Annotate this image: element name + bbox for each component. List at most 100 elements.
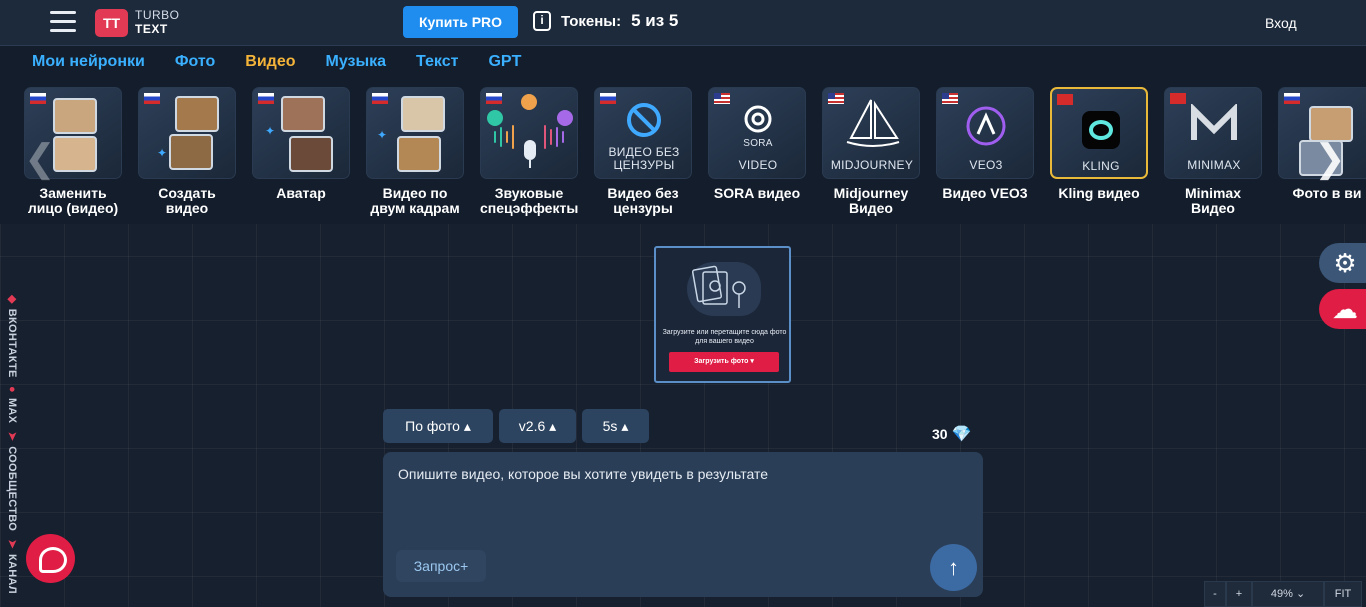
login-link[interactable]: Вход (1265, 15, 1297, 31)
zoom-out-button[interactable]: - (1204, 581, 1226, 607)
prompt-box[interactable]: Опишите видео, которое вы хотите увидеть… (383, 452, 983, 597)
card-thumbnail: VEO3 (936, 87, 1034, 179)
request-plus-button[interactable]: Запрос+ (396, 550, 486, 582)
top-header: TT TURBO TEXT Купить PRO i Токены: 5 из … (0, 0, 1366, 46)
chevron-down-icon: ⌄ (1295, 588, 1306, 600)
upload-button-label: Загрузить фото (694, 358, 749, 365)
logo-text[interactable]: TURBO TEXT (135, 8, 180, 36)
prompt-input[interactable]: Опишите видео, которое вы хотите увидеть… (398, 466, 768, 482)
flag-ru-icon (1284, 93, 1300, 104)
card-caption: MIDJOURNEY (830, 158, 914, 172)
zoom-level-select[interactable]: 49% ⌄ (1252, 581, 1324, 607)
card-thumbnail: MIDJOURNEY (822, 87, 920, 179)
duration-value: 5s (602, 418, 618, 434)
max-link[interactable]: MAX (6, 398, 18, 423)
card-label: Видео без цензуры (607, 185, 679, 216)
card-label: SORA видео (713, 185, 801, 201)
send-button[interactable]: ↑ (930, 544, 977, 591)
channel-link[interactable]: КАНАЛ (6, 554, 18, 594)
card-thumbnail: KLING (1050, 87, 1148, 179)
kling-logo-icon (1082, 111, 1120, 149)
download-button[interactable]: ☁ (1319, 289, 1366, 329)
zoom-fit-button[interactable]: FIT (1324, 581, 1362, 607)
carousel-prev-icon[interactable]: ❮ (24, 136, 56, 181)
card-sora-video[interactable]: SORA VIDEO SORA видео (708, 87, 806, 216)
face-photo-icon (53, 98, 97, 134)
gear-icon: ⚙ (1333, 248, 1357, 278)
card-sound-effects[interactable]: Звуковые спецэффекты (480, 87, 578, 216)
caret-up-icon: ▴ (621, 418, 629, 434)
card-minimax-video[interactable]: MINIMAX Minimax Видео (1164, 87, 1262, 216)
info-icon[interactable]: i (533, 11, 551, 31)
soundwave-microphone-icon (487, 94, 573, 168)
community-link[interactable]: СООБЩЕСТВО (6, 446, 18, 531)
zoom-level: 49% (1270, 588, 1293, 600)
card-label: Звуковые спецэффекты (480, 185, 579, 216)
card-label: Minimax Видео (1184, 185, 1241, 216)
flag-cn-icon (1057, 94, 1073, 105)
category-bar: Мои нейронки Фото Видео Музыка Текст GPT… (0, 46, 1366, 224)
frame-photo-icon (397, 136, 441, 172)
minimax-logo-icon (1191, 104, 1237, 140)
upload-illustration-icon (687, 262, 761, 316)
mode-select[interactable]: По фото ▴ (383, 409, 493, 443)
max-icon: ● (6, 386, 18, 393)
openai-logo-icon (744, 105, 772, 133)
tokens-label: Токены: (561, 12, 622, 30)
card-label: Kling видео (1058, 185, 1140, 201)
tab-video[interactable]: Видео (245, 53, 295, 71)
card-create-video[interactable]: ✦ Создать видео (138, 87, 236, 216)
menu-icon[interactable] (50, 11, 76, 33)
card-thumbnail: SORA VIDEO (708, 87, 806, 179)
version-select[interactable]: v2.6 ▴ (499, 409, 576, 443)
logo-line-1: TURBO (135, 8, 180, 22)
card-veo3-video[interactable]: VEO3 Видео VEO3 (936, 87, 1034, 216)
portrait-photo-icon (289, 136, 333, 172)
social-links: ◆ ВКОНТАКТЕ ● MAX ➤ СООБЩЕСТВО ➤ КАНАЛ (1, 290, 19, 600)
duration-select[interactable]: 5s ▴ (582, 409, 649, 443)
card-kling-video[interactable]: KLING Kling видео (1050, 87, 1148, 216)
tab-music[interactable]: Музыка (326, 53, 387, 71)
card-thumbnail (480, 87, 578, 179)
flag-cn-icon (1170, 93, 1186, 104)
chevron-down-icon: ▾ (750, 358, 754, 365)
flag-ru-icon (600, 93, 616, 104)
cloud-download-icon: ☁ (1332, 294, 1358, 324)
card-thumbnail: ✦ (252, 87, 350, 179)
card-thumbnail: ✦ (366, 87, 464, 179)
zoom-control: - + 49% ⌄ FIT (1204, 581, 1362, 607)
tab-my-networks[interactable]: Мои нейронки (32, 53, 145, 71)
upload-photo-button[interactable]: Загрузить фото ▾ (669, 352, 779, 372)
upload-hint: Загрузите или перетащите сюда фото для в… (662, 329, 787, 345)
tab-photo[interactable]: Фото (175, 53, 215, 71)
model-cards: Заменить лицо (видео) ✦ Создать видео ✦ … (24, 87, 1366, 216)
logo-mark[interactable]: TT (95, 9, 128, 37)
card-video-two-frames[interactable]: ✦ Видео по двум кадрам (366, 87, 464, 216)
card-caption: KLING (1082, 159, 1120, 173)
card-uncensored-video[interactable]: ВИДЕО БЕЗ ЦЕНЗУРЫ Видео без цензуры (594, 87, 692, 216)
card-caption: SORA (743, 138, 773, 149)
buy-pro-button[interactable]: Купить PRO (403, 6, 518, 38)
face-photo-icon (53, 136, 97, 172)
flag-ru-icon (258, 93, 274, 104)
zoom-in-button[interactable]: + (1226, 581, 1252, 607)
settings-button[interactable]: ⚙ (1319, 243, 1366, 283)
photo-upload-dropzone[interactable]: Загрузите или перетащите сюда фото для в… (654, 246, 791, 383)
carousel-next-icon[interactable]: ❯ (1314, 136, 1346, 181)
card-midjourney-video[interactable]: MIDJOURNEY Midjourney Видео (822, 87, 920, 216)
card-label: Заменить лицо (видео) (27, 185, 119, 216)
caret-up-icon: ▴ (463, 418, 471, 434)
card-thumbnail: ✦ (138, 87, 236, 179)
card-avatar[interactable]: ✦ Аватар (252, 87, 350, 216)
card-label: Фото в ви (1292, 185, 1362, 201)
tab-text[interactable]: Текст (416, 53, 458, 71)
card-label: Видео по двум кадрам (370, 185, 460, 216)
tab-gpt[interactable]: GPT (488, 53, 521, 71)
card-thumbnail: MINIMAX (1164, 87, 1262, 179)
category-tabs: Мои нейронки Фото Видео Музыка Текст GPT (32, 53, 521, 71)
vk-link[interactable]: ВКОНТАКТЕ (6, 309, 18, 378)
sparkle-icon: ✦ (377, 128, 388, 142)
card-caption-2: VIDEO (738, 158, 778, 172)
chat-support-icon[interactable] (26, 534, 75, 583)
frame-photo-icon (401, 96, 445, 132)
